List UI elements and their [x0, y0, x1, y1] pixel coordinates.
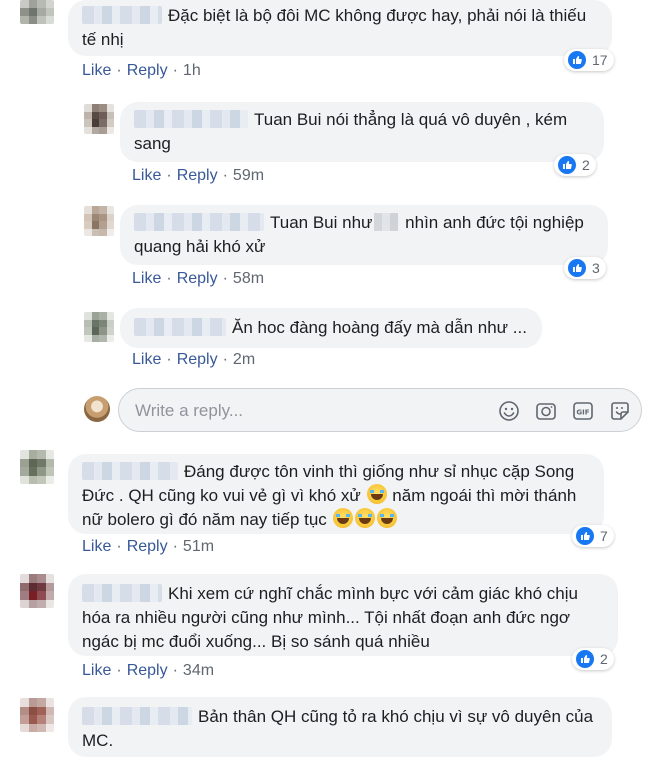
comment-bubble: Đáng được tôn vinh thì giống như sỉ nhục…: [68, 454, 604, 534]
author-name[interactable]: [82, 462, 178, 480]
like-icon: [575, 649, 595, 669]
like-link[interactable]: Like: [132, 167, 161, 184]
avatar[interactable]: [20, 0, 54, 24]
reply-link[interactable]: Reply: [127, 538, 168, 555]
laughing-tears-emoji-icon: [354, 508, 375, 528]
like-icon: [567, 50, 587, 70]
author-name[interactable]: [82, 6, 162, 24]
comment-bubble: Đặc biệt là bộ đôi MC không được hay, ph…: [68, 0, 612, 56]
timestamp[interactable]: 34m: [183, 662, 214, 679]
reply-link[interactable]: Reply: [177, 351, 218, 368]
comment-bubble: Bản thân QH cũng tỏ ra khó chịu vì sự vô…: [68, 697, 612, 757]
svg-text:GIF: GIF: [576, 409, 589, 417]
comment-text: Ăn hoc đàng hoàng đấy mà dẫn như ...: [232, 318, 527, 337]
author-name[interactable]: [82, 584, 162, 602]
avatar[interactable]: [20, 574, 54, 608]
like-link[interactable]: Like: [82, 662, 111, 679]
avatar[interactable]: [20, 450, 54, 484]
reply-link[interactable]: Reply: [177, 270, 218, 287]
timestamp[interactable]: 51m: [183, 538, 214, 555]
like-link[interactable]: Like: [132, 351, 161, 368]
author-name[interactable]: [134, 318, 226, 336]
redacted-mention: [374, 213, 399, 231]
like-icon: [557, 155, 577, 175]
comment-bubble: Khi xem cứ nghĩ chắc mình bực với cảm gi…: [68, 574, 618, 656]
timestamp[interactable]: 1h: [183, 62, 201, 79]
current-user-avatar: [84, 396, 110, 422]
reply-composer[interactable]: GIF: [118, 388, 642, 432]
laughing-tears-emoji-icon: [332, 508, 353, 528]
timestamp[interactable]: 2m: [233, 351, 255, 368]
sticker-icon[interactable]: [609, 400, 631, 422]
avatar[interactable]: [20, 698, 54, 732]
like-link[interactable]: Like: [82, 538, 111, 555]
reaction-count[interactable]: 2: [554, 154, 596, 176]
reaction-count[interactable]: 3: [564, 257, 606, 279]
author-name[interactable]: [134, 213, 264, 231]
avatar[interactable]: [84, 206, 114, 236]
comment-actions: Like · Reply · 59m: [132, 167, 265, 184]
gif-icon[interactable]: GIF: [572, 400, 594, 422]
reply-input[interactable]: [133, 398, 467, 424]
author-name[interactable]: [134, 110, 248, 128]
comment-bubble: Tuan Bui như nhìn anh đức tội nghiệp qua…: [120, 205, 608, 265]
like-icon: [575, 526, 595, 546]
laughing-tears-emoji-icon: [366, 484, 387, 504]
comment-bubble: Tuan Bui nói thẳng là quá vô duyên , kém…: [120, 102, 604, 162]
comment-actions: Like · Reply · 34m: [82, 662, 215, 679]
timestamp[interactable]: 59m: [233, 167, 264, 184]
like-link[interactable]: Like: [82, 62, 111, 79]
comment-actions: Like · Reply · 58m: [132, 270, 265, 287]
comment-actions: Like · Reply · 51m: [82, 538, 215, 555]
reaction-count[interactable]: 17: [564, 49, 614, 71]
avatar[interactable]: [84, 104, 114, 134]
reaction-count[interactable]: 2: [572, 648, 614, 670]
smiley-icon[interactable]: [498, 400, 520, 422]
like-icon: [567, 258, 587, 278]
reply-link[interactable]: Reply: [127, 62, 168, 79]
reply-link[interactable]: Reply: [127, 662, 168, 679]
like-link[interactable]: Like: [132, 270, 161, 287]
comment-text: Tuan Bui như: [270, 213, 373, 232]
comment-bubble: Ăn hoc đàng hoàng đấy mà dẫn như ...: [120, 308, 542, 348]
reaction-count[interactable]: 7: [572, 525, 614, 547]
author-name[interactable]: [82, 707, 192, 725]
laughing-tears-emoji-icon: [376, 508, 397, 528]
reply-link[interactable]: Reply: [177, 167, 218, 184]
comment-actions: Like · Reply · 1h: [82, 62, 201, 79]
timestamp[interactable]: 58m: [233, 270, 264, 287]
avatar[interactable]: [84, 312, 114, 342]
comment-actions: Like · Reply · 2m: [132, 351, 256, 368]
camera-icon[interactable]: [535, 400, 557, 422]
